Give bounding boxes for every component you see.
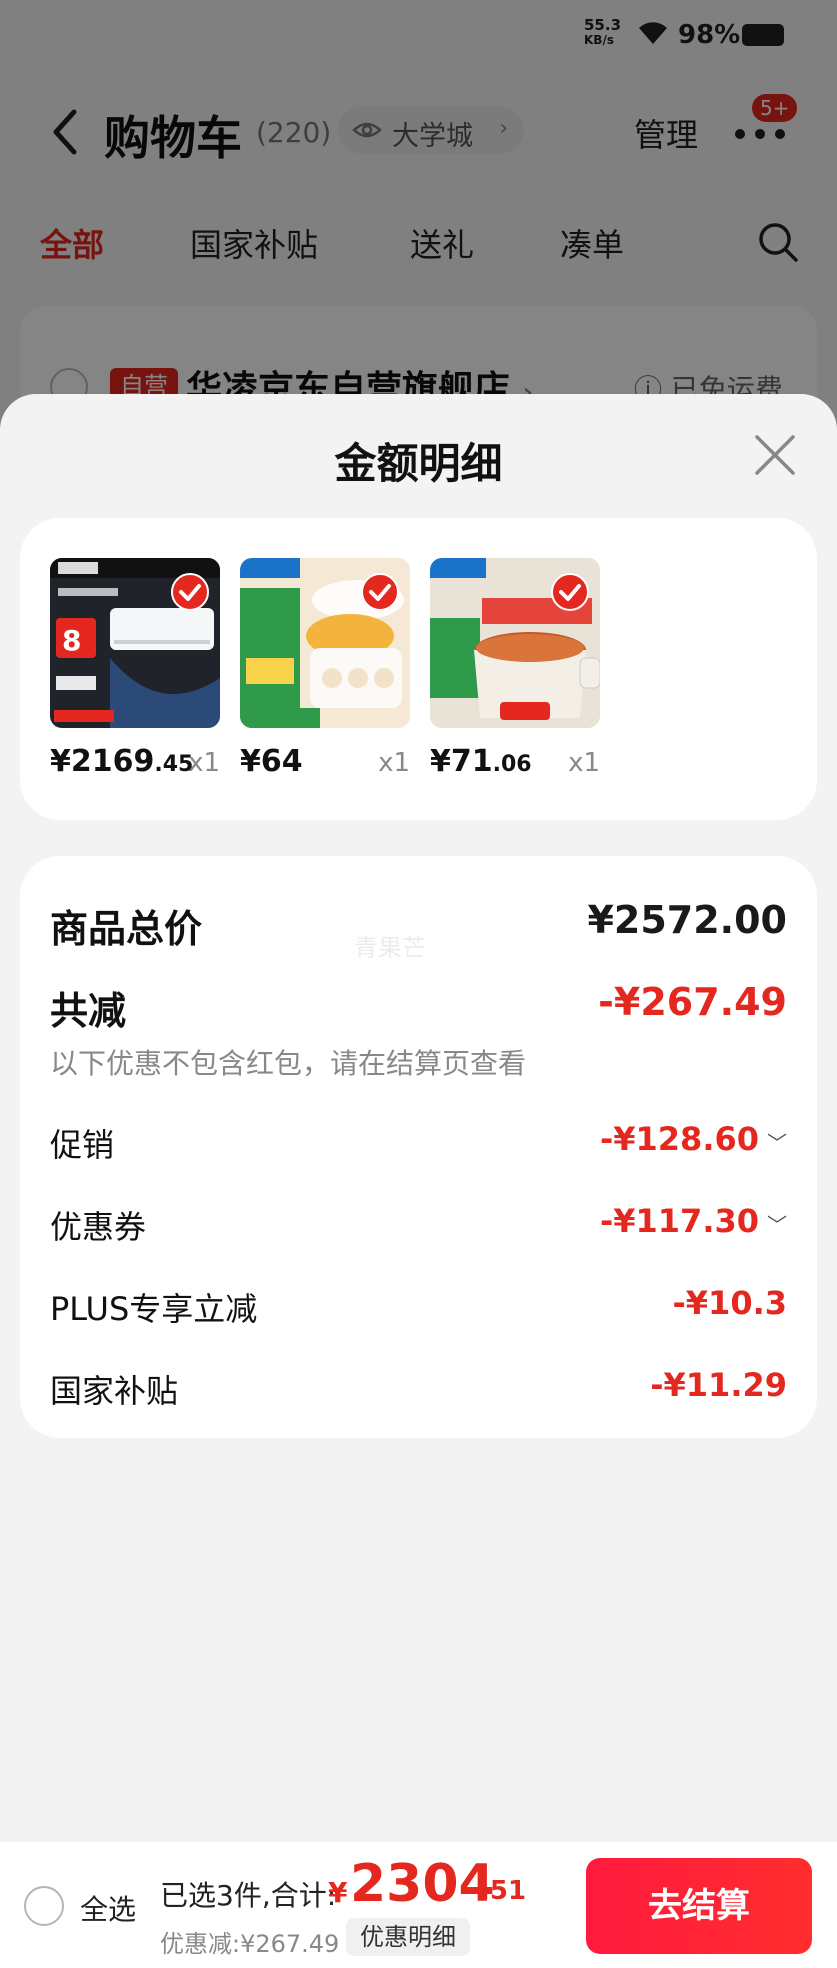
- total-reduction-value: -¥267.49: [598, 980, 787, 1024]
- chevron-down-icon: ﹀: [767, 1212, 787, 1237]
- total-price-label: 商品总价: [50, 907, 203, 951]
- discount-detail-button[interactable]: 优惠明细: [346, 1918, 470, 1956]
- discount-note: 以下优惠不包含红包，请在结算页查看: [50, 1047, 527, 1080]
- product-image-egg-steamer: [240, 558, 410, 728]
- amount-detail-sheet: 金额明细 8 ¥2169.45 x1 ¥64 x1 ¥71.06 x1 青果芒 …: [0, 394, 837, 1968]
- selected-products: 8 ¥2169.45 x1 ¥64 x1 ¥71.06 x1: [20, 518, 817, 820]
- plus-discount-value: -¥10.3: [672, 1284, 788, 1322]
- chevron-down-icon: ﹀: [767, 1130, 787, 1155]
- price-integer: ¥71: [430, 744, 493, 779]
- total-currency: ¥: [328, 1876, 348, 1909]
- product-quantity: x1: [378, 748, 410, 778]
- total-amount-decimal: .51: [480, 1876, 527, 1906]
- product-image-electric-cooker: [430, 558, 600, 728]
- promotion-amount: -¥128.60: [599, 1120, 759, 1158]
- product-quantity: x1: [188, 748, 220, 778]
- product-item[interactable]: ¥71.06 x1: [430, 558, 600, 779]
- total-reduction-label: 共减: [50, 989, 127, 1033]
- checkmark-icon: [551, 573, 589, 611]
- price-decimal: .06: [492, 752, 532, 777]
- svg-text:8: 8: [62, 624, 81, 657]
- select-all-radio[interactable]: [24, 1886, 64, 1926]
- product-item[interactable]: ¥64 x1: [240, 558, 410, 779]
- total-price-value: ¥2572.00: [587, 898, 787, 942]
- checkout-button[interactable]: 去结算: [586, 1858, 812, 1954]
- plus-discount-label: PLUS专享立减: [50, 1290, 258, 1328]
- checkout-bar: 全选 已选3件,合计: ¥ 2304 .51 优惠减:¥267.49 优惠明细 …: [0, 1842, 837, 1968]
- product-price: ¥64: [240, 744, 303, 779]
- coupon-value: -¥117.30 ﹀: [600, 1202, 787, 1240]
- national-subsidy-label: 国家补贴: [50, 1372, 179, 1410]
- price-summary: 青果芒 商品总价 ¥2572.00 共减 -¥267.49 以下优惠不包含红包，…: [20, 856, 817, 1438]
- selected-count-text: 已选3件,合计:: [160, 1879, 337, 1912]
- product-price: ¥2169.45: [50, 744, 193, 779]
- price-integer: ¥2169: [50, 744, 155, 779]
- close-icon[interactable]: [754, 434, 796, 476]
- coupon-amount: -¥117.30: [599, 1202, 759, 1240]
- product-price: ¥71.06: [430, 744, 532, 779]
- discount-amount: 优惠减:¥267.49: [160, 1930, 340, 1958]
- promotion-value: -¥128.60 ﹀: [600, 1120, 787, 1158]
- checkmark-icon: [171, 573, 209, 611]
- select-all-label[interactable]: 全选: [80, 1888, 136, 1928]
- product-item[interactable]: 8 ¥2169.45 x1: [50, 558, 220, 779]
- national-subsidy-value: -¥11.29: [650, 1366, 787, 1404]
- coupon-label: 优惠券: [50, 1208, 147, 1246]
- promotion-label: 促销: [50, 1126, 115, 1164]
- sheet-title: 金额明细: [334, 439, 503, 488]
- checkmark-icon: [361, 573, 399, 611]
- total-amount-integer: 2304: [350, 1854, 495, 1914]
- product-quantity: x1: [568, 748, 600, 778]
- product-image-air-conditioner: 8: [50, 558, 220, 728]
- price-integer: ¥64: [240, 744, 303, 779]
- watermark: 青果芒: [354, 934, 426, 962]
